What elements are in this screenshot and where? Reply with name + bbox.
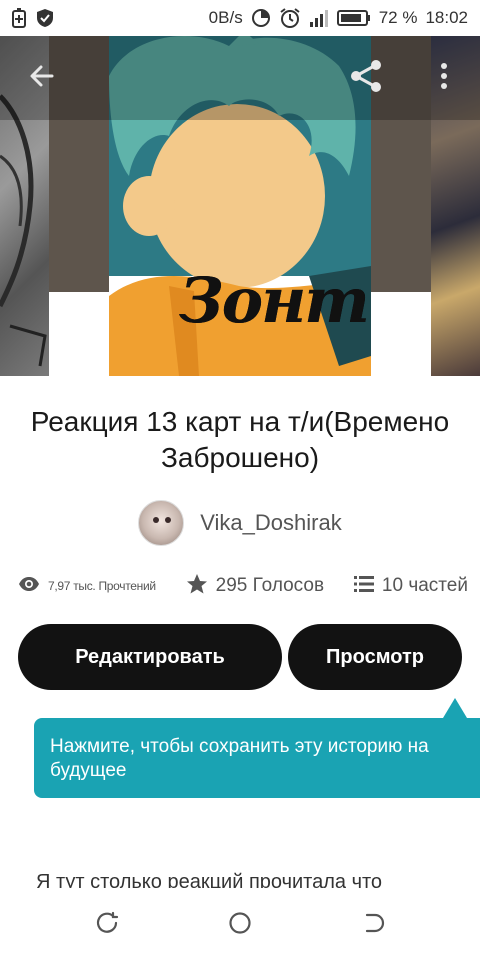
- back-button[interactable]: [22, 58, 62, 98]
- battery-icon: [336, 9, 371, 27]
- story-stats: 7,97 тыс. Прочтений 295 Голосов 10 часте…: [18, 572, 468, 600]
- share-icon: [348, 58, 384, 99]
- star-icon: [186, 573, 208, 600]
- system-nav-bar: [0, 888, 480, 960]
- votes-count: 295 Голосов: [215, 575, 325, 596]
- battery-percent: 72 %: [378, 8, 418, 27]
- back-nav-icon: [361, 911, 385, 940]
- story-description: Я тут столько реакций прочитала что: [36, 871, 383, 890]
- edit-button[interactable]: Редактировать: [18, 624, 282, 690]
- back-nav-button[interactable]: [360, 912, 386, 938]
- tooltip-arrow: [443, 698, 467, 718]
- preview-button[interactable]: Просмотр: [288, 624, 462, 690]
- reads-stat: 7,97 тыс. Прочтений: [18, 576, 156, 597]
- save-story-tooltip[interactable]: Нажмите, чтобы сохранить эту историю на …: [34, 718, 480, 798]
- alarm-icon: [279, 7, 301, 29]
- battery-saver-icon: [12, 8, 26, 28]
- recents-button[interactable]: [94, 911, 120, 940]
- cover-carousel[interactable]: Зонти: [0, 36, 480, 376]
- signal-icon: [309, 8, 329, 28]
- story-title: Реакция 13 карт на т/и(Времено Заброшено…: [30, 406, 450, 473]
- more-vertical-icon: [440, 62, 448, 95]
- parts-stat[interactable]: 10 частей: [353, 575, 468, 598]
- list-icon: [353, 575, 374, 598]
- share-button[interactable]: [346, 58, 386, 98]
- more-options-button[interactable]: [424, 58, 464, 98]
- cover-art-title: Зонти: [179, 264, 371, 337]
- status-bar: 0B/s 72 % 18:02: [0, 0, 480, 36]
- avatar[interactable]: [138, 500, 185, 546]
- reads-count: 7,97 тыс. Прочтений: [48, 579, 156, 593]
- home-circle-icon: [228, 911, 252, 940]
- net-speed: 0B/s: [208, 8, 243, 27]
- author-row[interactable]: Vika_Doshirak: [0, 500, 480, 546]
- votes-stat: 295 Голосов: [186, 573, 324, 600]
- cover-toolbar: [0, 36, 480, 120]
- author-name[interactable]: Vika_Doshirak: [200, 510, 341, 536]
- shield-check-icon: [36, 8, 54, 28]
- home-button[interactable]: [227, 911, 253, 940]
- arrow-left-icon: [28, 62, 56, 95]
- data-saver-icon: [251, 8, 271, 28]
- recents-icon: [95, 911, 119, 940]
- parts-count[interactable]: 10 частей: [382, 575, 468, 597]
- clock: 18:02: [425, 8, 468, 27]
- eye-icon: [18, 576, 40, 597]
